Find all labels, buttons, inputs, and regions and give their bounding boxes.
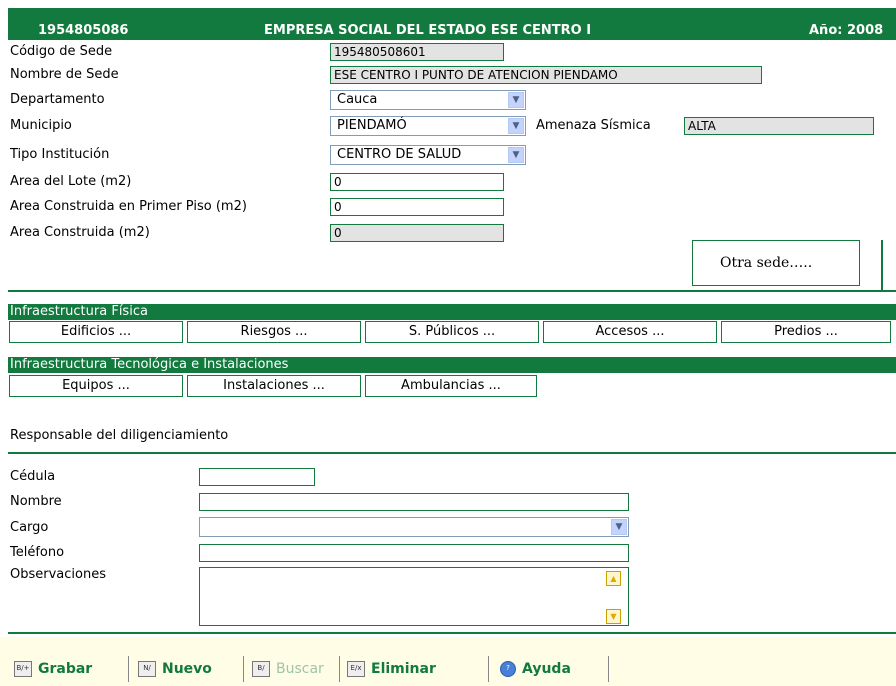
area-primer-piso-input[interactable]: 0: [330, 198, 504, 216]
accesos-button[interactable]: Accesos ...: [543, 321, 717, 343]
toolbar-separator: [243, 656, 244, 682]
area-lote-input[interactable]: 0: [330, 173, 504, 191]
otra-sede-note[interactable]: Otra sede…..: [692, 240, 860, 286]
new-document-icon: N/: [138, 661, 156, 677]
toolbar-separator: [488, 656, 489, 682]
entity-code: 1954805086: [38, 23, 129, 38]
search-icon: B/: [252, 661, 270, 677]
eliminar-button[interactable]: E/x Eliminar: [347, 656, 436, 682]
chevron-down-icon: ▼: [508, 118, 524, 134]
delete-icon: E/x: [347, 661, 365, 677]
area-construida-label: Area Construida (m2): [10, 225, 150, 240]
edificios-button[interactable]: Edificios ...: [9, 321, 183, 343]
riesgos-button[interactable]: Riesgos ...: [187, 321, 361, 343]
divider: [8, 452, 896, 454]
nuevo-button[interactable]: N/Nuevo: [138, 656, 212, 682]
responsable-title: Responsable del diligenciamiento: [10, 428, 229, 443]
observaciones-label: Observaciones: [10, 567, 106, 582]
footer: [0, 637, 896, 686]
area-primer-piso-label: Area Construida en Primer Piso (m2): [10, 199, 247, 214]
scroll-up-icon[interactable]: ▲: [606, 571, 621, 586]
ambulancias-button[interactable]: Ambulancias ...: [365, 375, 537, 397]
grabar-button[interactable]: B/+ Grabar: [14, 656, 92, 682]
toolbar-separator: [128, 656, 129, 682]
nombre-sede-label: Nombre de Sede: [10, 67, 119, 82]
nombre-label: Nombre: [10, 494, 62, 509]
instalaciones-button[interactable]: Instalaciones ...: [187, 375, 361, 397]
toolbar-separator: [339, 656, 340, 682]
buscar-button[interactable]: B/Buscar: [252, 656, 324, 682]
departamento-label: Departamento: [10, 92, 105, 107]
codigo-sede-field: 195480508601: [330, 43, 504, 61]
ayuda-button[interactable]: ? Ayuda: [500, 656, 571, 682]
divider: [8, 290, 896, 292]
servicios-publicos-button[interactable]: S. Públicos ...: [365, 321, 539, 343]
header-bar: 1954805086 EMPRESA SOCIAL DEL ESTADO ESE…: [8, 20, 896, 40]
municipio-select[interactable]: PIENDAMÓ ▼: [330, 116, 526, 136]
area-construida-field: 0: [330, 224, 504, 242]
top-bar: [8, 8, 896, 20]
cedula-input[interactable]: [199, 468, 315, 486]
telefono-input[interactable]: [199, 544, 629, 562]
infra-fisica-header: Infraestructura Física: [8, 304, 896, 320]
scroll-down-icon[interactable]: ▼: [606, 609, 621, 624]
year-label: Año: 2008: [809, 23, 884, 38]
cedula-label: Cédula: [10, 469, 56, 484]
area-lote-label: Area del Lote (m2): [10, 174, 132, 189]
predios-button[interactable]: Predios ...: [721, 321, 891, 343]
nombre-input[interactable]: [199, 493, 629, 511]
telefono-label: Teléfono: [10, 545, 65, 560]
infra-tecnologica-header: Infraestructura Tecnológica e Instalacio…: [8, 357, 896, 373]
nombre-sede-field: ESE CENTRO I PUNTO DE ATENCION PIENDAMO: [330, 66, 762, 84]
divider: [881, 240, 883, 292]
divider: [8, 632, 896, 634]
chevron-down-icon: ▼: [508, 92, 524, 108]
toolbar-separator: [608, 656, 609, 682]
equipos-button[interactable]: Equipos ...: [9, 375, 183, 397]
municipio-label: Municipio: [10, 118, 72, 133]
observaciones-textarea[interactable]: [199, 567, 629, 626]
chevron-down-icon: ▼: [611, 519, 627, 535]
tipo-institucion-label: Tipo Institución: [10, 147, 110, 162]
help-icon: ?: [500, 661, 516, 677]
chevron-down-icon: ▼: [508, 147, 524, 163]
cargo-label: Cargo: [10, 520, 49, 535]
cargo-select[interactable]: ▼: [199, 517, 629, 537]
amenaza-label: Amenaza Sísmica: [536, 118, 651, 133]
amenaza-field: ALTA: [684, 117, 874, 135]
codigo-sede-label: Código de Sede: [10, 44, 113, 59]
save-icon: B/+: [14, 661, 32, 677]
departamento-select[interactable]: Cauca ▼: [330, 90, 526, 110]
entity-name: EMPRESA SOCIAL DEL ESTADO ESE CENTRO I: [264, 23, 592, 38]
tipo-institucion-select[interactable]: CENTRO DE SALUD ▼: [330, 145, 526, 165]
